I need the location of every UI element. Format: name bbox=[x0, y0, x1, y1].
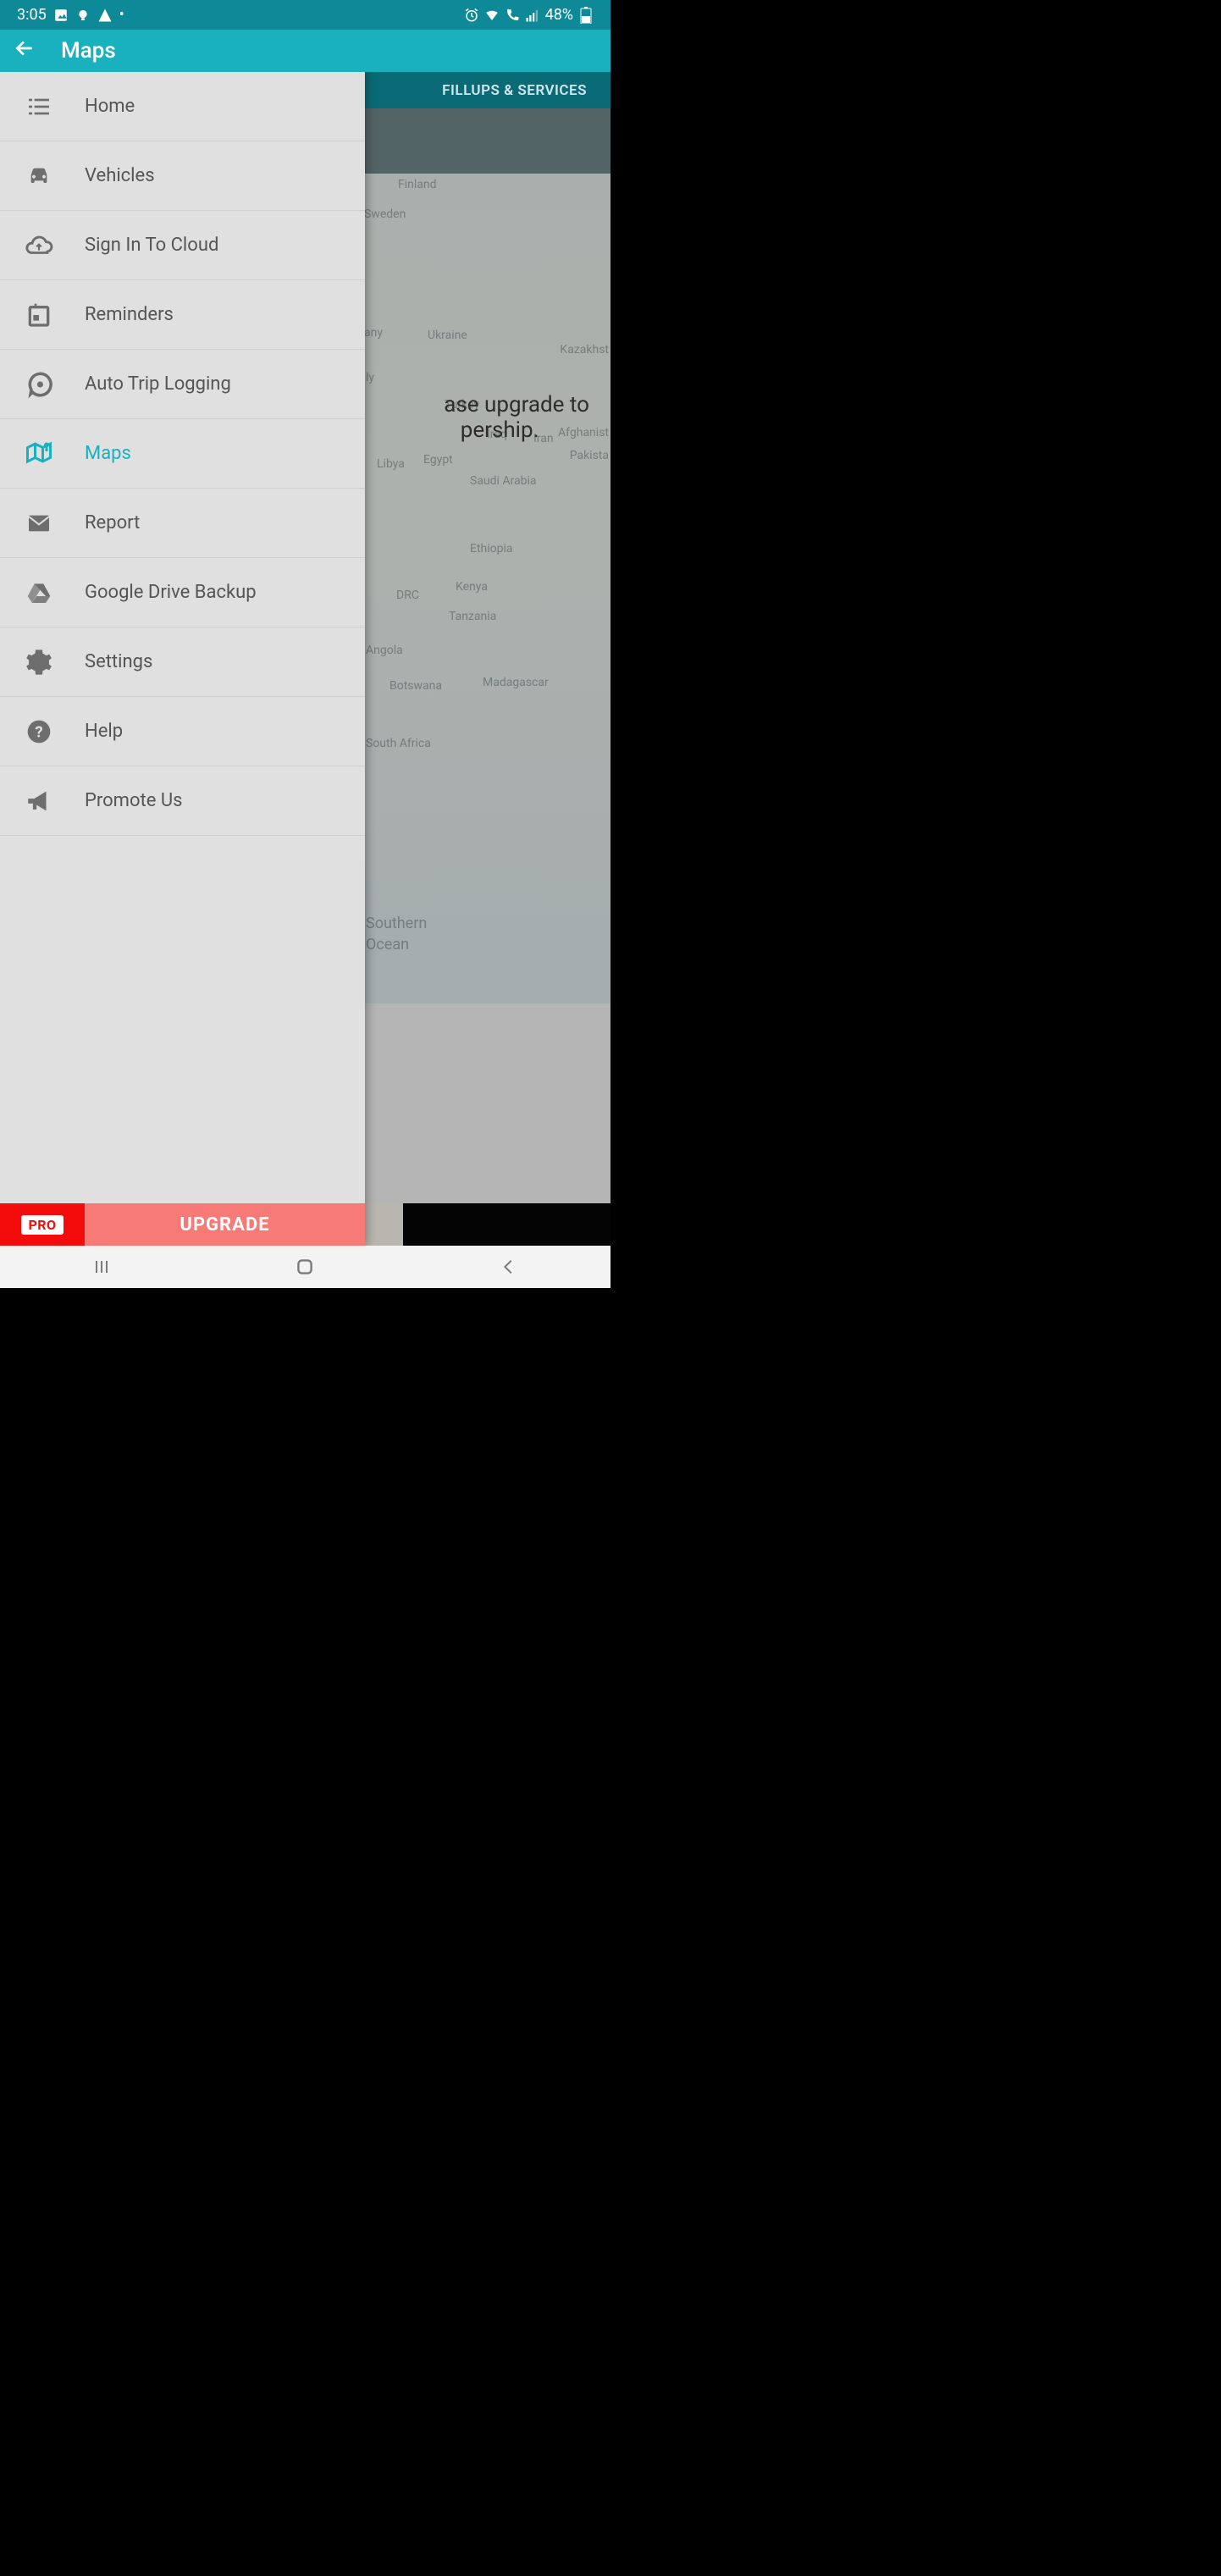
mail-icon bbox=[24, 508, 54, 539]
drawer-item-maps[interactable]: Maps bbox=[0, 419, 365, 489]
navigation-drawer: Home Vehicles Sign In To Cloud Reminders bbox=[0, 72, 365, 1246]
image-icon bbox=[53, 8, 69, 23]
drawer-item-settings[interactable]: Settings bbox=[0, 627, 365, 697]
drawer-items: Home Vehicles Sign In To Cloud Reminders bbox=[0, 72, 365, 1203]
back-button[interactable] bbox=[14, 37, 36, 65]
upgrade-line2: pership. bbox=[444, 417, 555, 443]
drawer-label: Auto Trip Logging bbox=[85, 373, 231, 395]
alarm-icon bbox=[464, 8, 479, 23]
battery-icon bbox=[578, 8, 594, 23]
drawer-label: Settings bbox=[85, 651, 152, 672]
drawer-item-help[interactable]: ? Help bbox=[0, 697, 365, 766]
app-title: Maps bbox=[61, 38, 116, 64]
wifi-icon bbox=[484, 8, 500, 23]
drawer-label: Home bbox=[85, 96, 135, 117]
megaphone-icon bbox=[24, 786, 54, 816]
battery-text: 48% bbox=[545, 6, 573, 24]
content-area: FILLUPS & SERVICES Finland Sweden any Uk… bbox=[0, 72, 610, 1246]
drawer-label: Report bbox=[85, 512, 140, 533]
google-drive-icon bbox=[24, 578, 54, 608]
svg-text:?: ? bbox=[35, 722, 42, 741]
car-icon bbox=[24, 161, 54, 191]
back-nav-button[interactable] bbox=[483, 1250, 534, 1284]
drawer-item-reminders[interactable]: Reminders bbox=[0, 280, 365, 350]
tab-label: FILLUPS & SERVICES bbox=[442, 82, 587, 99]
recents-button[interactable] bbox=[76, 1250, 127, 1284]
drawer-label: Google Drive Backup bbox=[85, 582, 257, 603]
drawer-label: Maps bbox=[85, 443, 131, 464]
drawer-item-drive-backup[interactable]: Google Drive Backup bbox=[0, 558, 365, 627]
signal-icon bbox=[525, 8, 540, 23]
drawer-label: Reminders bbox=[85, 304, 174, 325]
pro-badge-text: PRO bbox=[21, 1215, 63, 1235]
drawer-label: Help bbox=[85, 721, 123, 742]
drawer-item-auto-trip[interactable]: Auto Trip Logging bbox=[0, 350, 365, 419]
drawer-footer: PRO UPGRADE bbox=[0, 1203, 365, 1246]
list-icon bbox=[24, 91, 54, 122]
cloud-sync-icon bbox=[24, 230, 54, 261]
drawer-item-cloud-signin[interactable]: Sign In To Cloud bbox=[0, 211, 365, 280]
dot-icon: • bbox=[119, 6, 124, 24]
upgrade-button[interactable]: UPGRADE bbox=[85, 1203, 365, 1246]
status-time: 3:05 bbox=[17, 6, 47, 24]
upgrade-message: ase upgrade to pership. bbox=[444, 392, 589, 443]
drawer-item-vehicles[interactable]: Vehicles bbox=[0, 141, 365, 211]
status-left: 3:05 • bbox=[17, 6, 124, 24]
drawer-label: Promote Us bbox=[85, 790, 182, 811]
home-button[interactable] bbox=[279, 1250, 330, 1284]
upgrade-line1: ase upgrade to bbox=[444, 392, 589, 417]
drawer-item-home[interactable]: Home bbox=[0, 72, 365, 141]
drawer-label: Sign In To Cloud bbox=[85, 235, 218, 256]
bulb-icon bbox=[75, 8, 91, 23]
gear-icon bbox=[24, 647, 54, 677]
map-icon bbox=[24, 439, 54, 469]
drawer-item-promote[interactable]: Promote Us bbox=[0, 766, 365, 836]
upgrade-label: UPGRADE bbox=[180, 1214, 269, 1235]
fuel-warning-icon bbox=[97, 8, 113, 23]
pro-badge[interactable]: PRO bbox=[0, 1203, 85, 1246]
drawer-item-report[interactable]: Report bbox=[0, 489, 365, 558]
call-icon bbox=[505, 8, 520, 23]
calendar-icon bbox=[24, 300, 54, 330]
app-bar: Maps bbox=[0, 30, 610, 72]
location-history-icon bbox=[24, 369, 54, 400]
status-bar: 3:05 • 48% bbox=[0, 0, 610, 30]
status-right: 48% bbox=[464, 6, 594, 24]
system-nav-bar bbox=[0, 1246, 610, 1288]
drawer-label: Vehicles bbox=[85, 165, 155, 186]
help-icon: ? bbox=[24, 716, 54, 747]
